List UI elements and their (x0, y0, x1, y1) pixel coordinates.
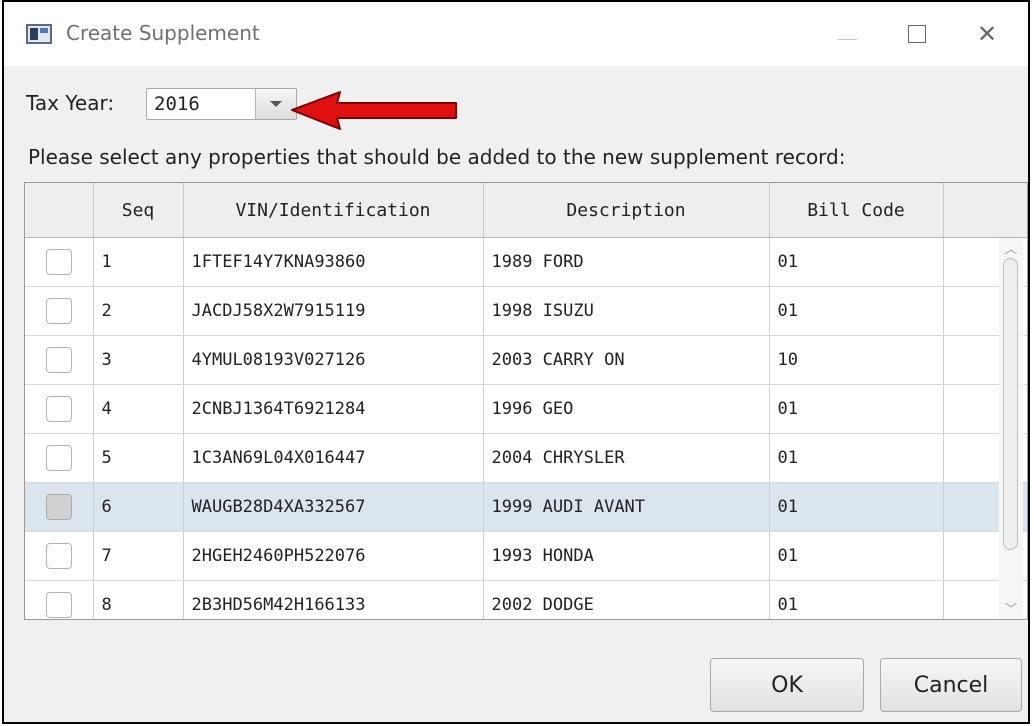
table-row[interactable]: 1 1FTEF14Y7KNA93860 1989 FORD 01 (25, 237, 1027, 287)
maximize-button[interactable] (894, 12, 940, 56)
instructions-text: Please select any properties that should… (28, 145, 846, 169)
bill-code-cell: 01 (769, 237, 944, 287)
description-cell: 1996 GEO (483, 384, 770, 434)
vin-cell: 2B3HD56M42H166133 (183, 580, 484, 619)
column-header-filler (943, 183, 1027, 238)
cancel-button[interactable]: Cancel (880, 658, 1022, 712)
properties-table: Seq VIN/Identification Description Bill … (24, 182, 1028, 620)
column-header-seq[interactable]: Seq (93, 183, 184, 238)
column-header-bill-code[interactable]: Bill Code (769, 183, 944, 238)
row-checkbox[interactable] (45, 592, 72, 618)
seq-cell: 1 (93, 237, 184, 287)
seq-cell: 2 (93, 286, 184, 336)
seq-cell: 8 (93, 580, 184, 619)
row-checkbox[interactable] (45, 249, 72, 275)
description-cell: 2002 DODGE (483, 580, 770, 619)
description-cell: 2004 CHRYSLER (483, 433, 770, 483)
seq-cell: 4 (93, 384, 184, 434)
vin-cell: JACDJ58X2W7915119 (183, 286, 484, 336)
description-cell: 1989 FORD (483, 237, 770, 287)
bill-code-cell: 10 (769, 335, 944, 385)
minimize-icon (837, 38, 857, 40)
vin-cell: 2CNBJ1364T6921284 (183, 384, 484, 434)
window-title: Create Supplement (66, 21, 260, 45)
bill-code-cell: 01 (769, 433, 944, 483)
table-row[interactable]: 3 4YMUL08193V027126 2003 CARRY ON 10 (25, 335, 1027, 385)
bill-code-cell: 01 (769, 286, 944, 336)
table-row[interactable]: 5 1C3AN69L04X016447 2004 CHRYSLER 01 (25, 433, 1027, 483)
scroll-thumb[interactable] (1003, 258, 1018, 550)
vertical-scrollbar[interactable]: ︿ ﹀ (999, 238, 1023, 618)
table-row[interactable]: 4 2CNBJ1364T6921284 1996 GEO 01 (25, 384, 1027, 434)
tax-year-label: Tax Year: (26, 91, 115, 115)
column-header-select[interactable] (25, 183, 94, 238)
bill-code-cell: 01 (769, 531, 944, 581)
vin-cell: WAUGB28D4XA332567 (183, 482, 484, 532)
description-cell: 1999 AUDI AVANT (483, 482, 770, 532)
scroll-up-icon[interactable]: ︿ (1003, 241, 1019, 256)
table-row[interactable]: 8 2B3HD56M42H166133 2002 DODGE 01 (25, 580, 1027, 619)
seq-cell: 5 (93, 433, 184, 483)
table-row[interactable]: 2 JACDJ58X2W7915119 1998 ISUZU 01 (25, 286, 1027, 336)
close-button[interactable]: ✕ (964, 12, 1010, 56)
title-bar: Create Supplement ✕ (4, 2, 1028, 66)
row-checkbox[interactable] (45, 347, 72, 373)
seq-cell: 3 (93, 335, 184, 385)
red-arrow-annotation (291, 91, 457, 130)
tax-year-dropdown[interactable]: 2016 (146, 88, 297, 120)
table-row-selected[interactable]: 6 WAUGB28D4XA332567 1999 AUDI AVANT 01 (25, 482, 1027, 532)
tax-year-value: 2016 (154, 93, 200, 115)
column-header-description[interactable]: Description (483, 183, 770, 238)
description-cell: 2003 CARRY ON (483, 335, 770, 385)
ok-button[interactable]: OK (710, 658, 864, 712)
bill-code-cell: 01 (769, 384, 944, 434)
minimize-button[interactable] (824, 12, 870, 56)
app-icon (26, 24, 52, 44)
column-header-vin[interactable]: VIN/Identification (183, 183, 484, 238)
table-row[interactable]: 7 2HGEH2460PH522076 1993 HONDA 01 (25, 531, 1027, 581)
vin-cell: 2HGEH2460PH522076 (183, 531, 484, 581)
close-icon: ✕ (976, 20, 998, 48)
vin-cell: 1C3AN69L04X016447 (183, 433, 484, 483)
table-header-row: Seq VIN/Identification Description Bill … (25, 183, 1027, 238)
description-cell: 1998 ISUZU (483, 286, 770, 336)
scroll-down-icon[interactable]: ﹀ (1003, 601, 1019, 616)
dropdown-arrow-icon (270, 101, 282, 107)
row-checkbox[interactable] (45, 396, 72, 422)
bill-code-cell: 01 (769, 482, 944, 532)
description-cell: 1993 HONDA (483, 531, 770, 581)
seq-cell: 7 (93, 531, 184, 581)
row-checkbox[interactable] (45, 445, 72, 471)
row-checkbox[interactable] (45, 494, 72, 520)
vin-cell: 4YMUL08193V027126 (183, 335, 484, 385)
seq-cell: 6 (93, 482, 184, 532)
maximize-icon (908, 25, 926, 43)
row-checkbox[interactable] (45, 298, 72, 324)
row-checkbox[interactable] (45, 543, 72, 569)
vin-cell: 1FTEF14Y7KNA93860 (183, 237, 484, 287)
bill-code-cell: 01 (769, 580, 944, 619)
create-supplement-dialog: Create Supplement ✕ Tax Year: 2016 Pleas… (2, 0, 1030, 724)
